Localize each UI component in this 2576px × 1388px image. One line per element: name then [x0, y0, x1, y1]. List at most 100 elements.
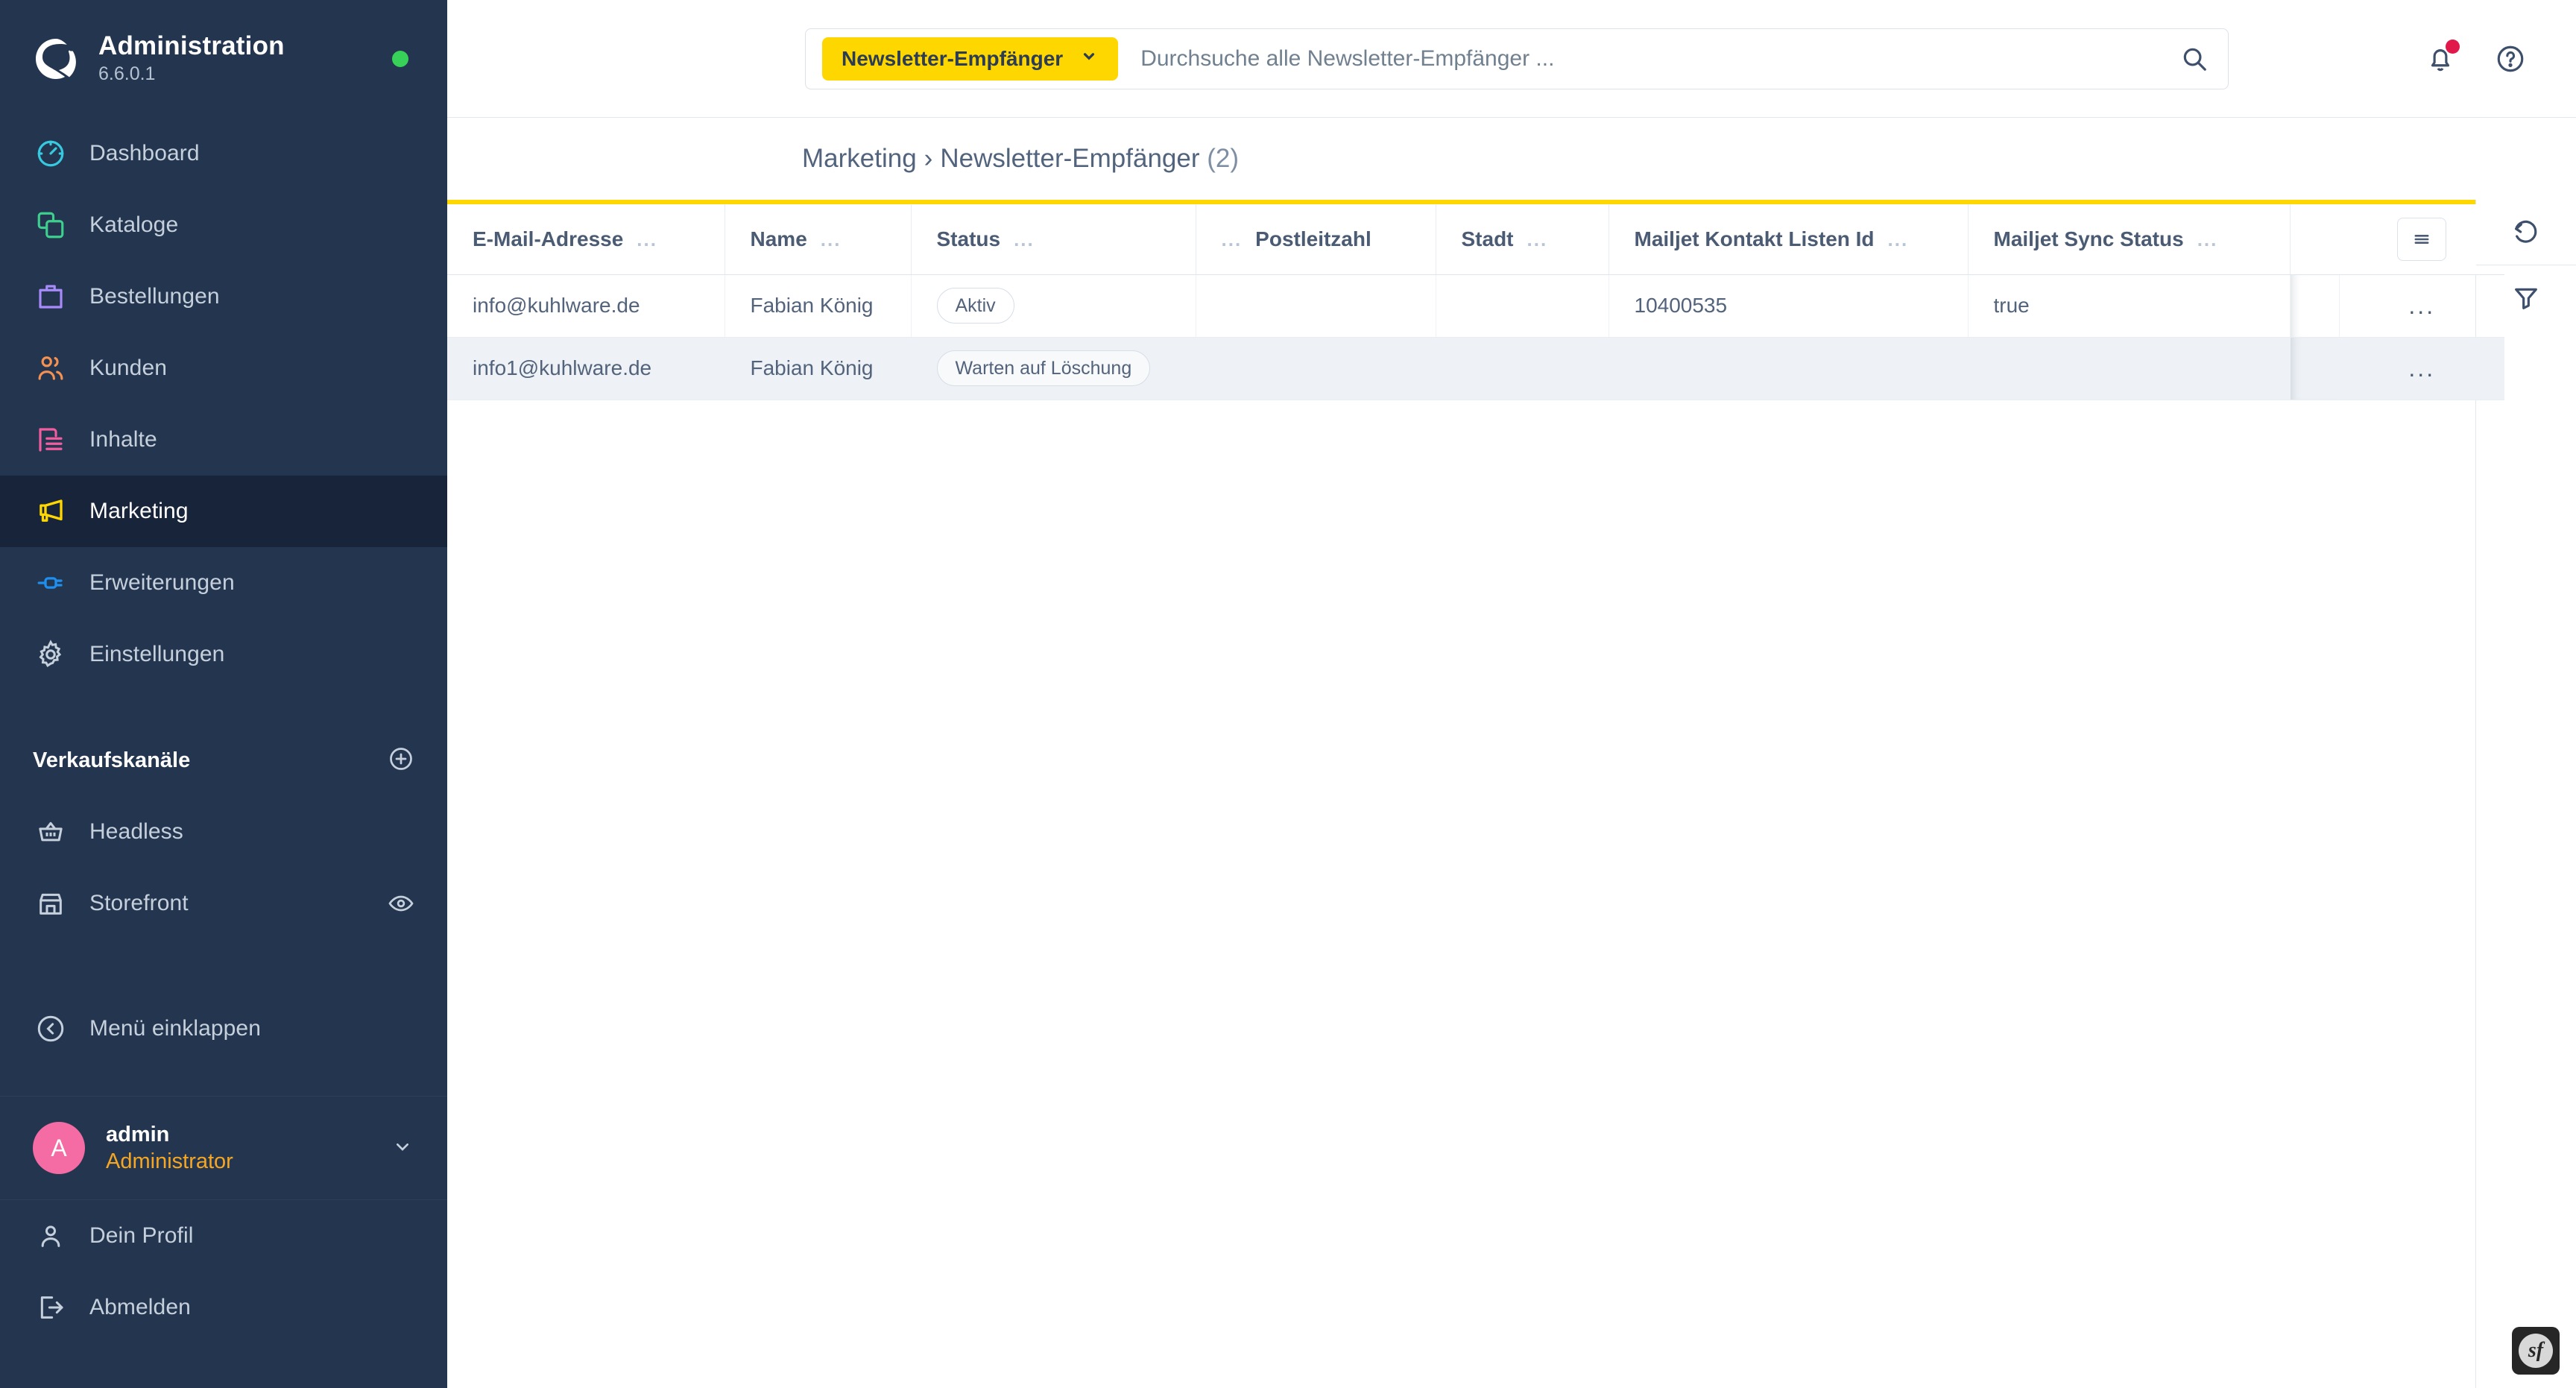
sidebar-item-label: Abmelden: [89, 1295, 191, 1319]
sidebar-item-profile[interactable]: Dein Profil: [0, 1200, 447, 1272]
row-context-menu-icon[interactable]: ...: [2408, 355, 2435, 382]
bag-icon: [33, 279, 69, 315]
sidebar-item-kataloge[interactable]: Kataloge: [0, 189, 447, 261]
main-area: Newsletter-Empfänger Durchsuche alle New…: [447, 0, 2576, 1388]
sidebar-item-label: Marketing: [89, 499, 189, 523]
brand-title: Administration: [98, 31, 285, 61]
user-role: Administrator: [106, 1149, 233, 1173]
cell-mailjet-list-id: [1609, 337, 1969, 400]
cell-postleitzahl: [1196, 274, 1436, 338]
column-menu-icon[interactable]: ...: [1888, 230, 1909, 249]
sidebar-item-label: Dashboard: [89, 141, 200, 165]
newsletter-recipients-table: E-Mail-Adresse ... Name ... Status ... P…: [447, 204, 2504, 400]
help-button[interactable]: [2490, 38, 2531, 80]
symfony-debug-toolbar[interactable]: sf: [2512, 1327, 2560, 1375]
column-menu-icon[interactable]: ...: [1527, 230, 1548, 249]
column-label: Stadt: [1461, 227, 1514, 250]
column-label: Status: [936, 227, 1001, 250]
column-label: E-Mail-Adresse: [473, 227, 624, 250]
topbar: Newsletter-Empfänger: [447, 0, 2576, 118]
cell-mailjet-sync-status: [1968, 337, 2291, 400]
sidebar-item-inhalte[interactable]: Inhalte: [0, 404, 447, 476]
sidebar-item-headless[interactable]: Headless: [0, 796, 447, 868]
status-badge: Aktiv: [936, 288, 1014, 324]
sidebar-item-label: Erweiterungen: [89, 570, 235, 595]
sidebar-item-logout[interactable]: Abmelden: [0, 1272, 447, 1343]
brand-version: 6.6.0.1: [98, 63, 156, 85]
page-title: Newsletter-Empfänger: [940, 144, 1200, 173]
topbar-actions: [2419, 38, 2543, 80]
sidebar-collapse-button[interactable]: Menü einklappen: [0, 993, 447, 1064]
record-count: (2): [1207, 144, 1240, 173]
global-search[interactable]: Newsletter-Empfänger: [805, 28, 2229, 89]
search-input[interactable]: [1118, 45, 2167, 72]
symfony-label: sf: [2528, 1339, 2544, 1362]
column-header-status[interactable]: Status ...: [911, 204, 1196, 275]
chevron-down-icon[interactable]: [391, 1135, 414, 1162]
filter-button[interactable]: [2476, 265, 2576, 331]
column-header-name[interactable]: Name ...: [724, 204, 912, 275]
column-header-email[interactable]: E-Mail-Adresse ...: [447, 204, 725, 275]
sidebar-item-label: Inhalte: [89, 427, 157, 452]
column-menu-icon[interactable]: ...: [637, 230, 657, 249]
search-icon[interactable]: [2167, 45, 2222, 73]
sidebar-item-label: Dein Profil: [89, 1223, 194, 1248]
sidebar-item-label: Kunden: [89, 356, 168, 380]
user-name: admin: [106, 1122, 170, 1146]
breadcrumb-separator: ›: [924, 144, 933, 173]
content-icon: [33, 422, 69, 458]
users-icon: [33, 350, 69, 386]
sidebar-item-erweiterungen[interactable]: Erweiterungen: [0, 547, 447, 619]
symfony-icon: sf: [2519, 1334, 2553, 1368]
sidebar-item-label: Einstellungen: [89, 642, 225, 666]
column-header-mailjet-sync-status[interactable]: Mailjet Sync Status ...: [1968, 204, 2291, 275]
sidebar-item-dashboard[interactable]: Dashboard: [0, 118, 447, 189]
cell-status: Warten auf Löschung: [911, 337, 1196, 400]
page-header: Marketing › Newsletter-Empfänger (2): [447, 118, 2576, 200]
row-context-menu-icon[interactable]: ...: [2408, 292, 2435, 319]
list-settings-icon[interactable]: [2397, 217, 2446, 261]
sidebar-brand[interactable]: Administration 6.6.0.1: [0, 0, 447, 118]
basket-icon: [33, 814, 69, 850]
cell-stadt: [1436, 337, 1609, 400]
table-row[interactable]: info1@kuhlware.de Fabian König Warten au…: [447, 337, 2504, 400]
table-row[interactable]: info@kuhlware.de Fabian König Aktiv 1040…: [447, 274, 2504, 338]
sidebar-item-kunden[interactable]: Kunden: [0, 332, 447, 404]
sidebar-item-storefront[interactable]: Storefront: [0, 868, 447, 939]
notification-badge: [2446, 39, 2460, 54]
column-menu-icon[interactable]: ...: [1222, 230, 1243, 249]
sidebar-item-label: Kataloge: [89, 212, 179, 237]
column-header-postleitzahl[interactable]: Postleitzahl ...: [1196, 204, 1436, 275]
eye-icon[interactable]: [388, 890, 414, 917]
section-title: Verkaufskanäle: [33, 748, 191, 772]
column-header-stadt[interactable]: Stadt ...: [1436, 204, 1609, 275]
breadcrumb-parent[interactable]: Marketing: [802, 144, 917, 173]
user-menu[interactable]: A admin Administrator: [0, 1096, 447, 1200]
cell-email: info@kuhlware.de: [447, 274, 725, 338]
plus-circle-icon[interactable]: [388, 745, 414, 776]
column-header-spacer: [2290, 204, 2339, 275]
refresh-button[interactable]: [2476, 200, 2576, 265]
megaphone-icon: [33, 493, 69, 529]
column-label: Mailjet Kontakt Listen Id: [1634, 227, 1875, 250]
cell-postleitzahl: [1196, 337, 1436, 400]
column-header-mailjet-list-id[interactable]: Mailjet Kontakt Listen Id ...: [1609, 204, 1969, 275]
search-context-label: Newsletter-Empfänger: [842, 46, 1064, 70]
sidebar-item-marketing[interactable]: Marketing: [0, 476, 447, 547]
plug-icon: [33, 565, 69, 601]
sidebar-item-bestellungen[interactable]: Bestellungen: [0, 261, 447, 332]
cell-spacer: [2290, 274, 2340, 338]
sidebar-item-label: Storefront: [89, 891, 189, 915]
notifications-button[interactable]: [2419, 38, 2461, 80]
sidebar-item-einstellungen[interactable]: Einstellungen: [0, 619, 447, 690]
gauge-icon: [33, 136, 69, 171]
sidebar: Administration 6.6.0.1 Dashboard Katalog…: [0, 0, 447, 1388]
cell-spacer: [2290, 337, 2340, 400]
right-action-rail: [2476, 200, 2576, 1388]
column-menu-icon[interactable]: ...: [1014, 230, 1035, 249]
search-context-pill[interactable]: Newsletter-Empfänger: [822, 37, 1119, 81]
column-menu-icon[interactable]: ...: [2197, 230, 2218, 249]
column-menu-icon[interactable]: ...: [821, 230, 842, 249]
cell-email: info1@kuhlware.de: [447, 337, 725, 400]
avatar: A: [33, 1122, 85, 1174]
